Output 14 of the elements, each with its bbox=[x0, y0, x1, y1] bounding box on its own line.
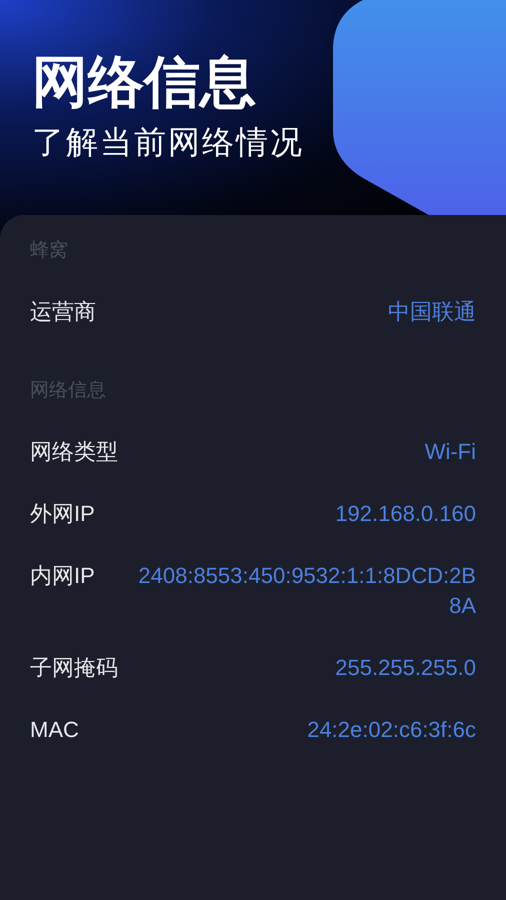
info-label: 内网IP bbox=[30, 562, 95, 590]
info-value: 24:2e:02:c6:3f:6c bbox=[307, 716, 476, 744]
info-label: 运营商 bbox=[30, 298, 96, 326]
info-value: 192.168.0.160 bbox=[335, 500, 476, 528]
info-label: 网络类型 bbox=[30, 438, 118, 466]
page-title: 网络信息 bbox=[32, 50, 256, 114]
info-label: 外网IP bbox=[30, 500, 95, 528]
info-value: 2408:8553:450:9532:1:1:8DCD:2B8A bbox=[137, 562, 476, 620]
info-value: Wi-Fi bbox=[424, 438, 476, 466]
info-value: 中国联通 bbox=[388, 298, 476, 326]
info-value: 255.255.255.0 bbox=[335, 654, 476, 682]
info-label: MAC bbox=[30, 716, 79, 744]
page-subtitle: 了解当前网络情况 bbox=[32, 123, 304, 162]
info-label: 子网掩码 bbox=[30, 654, 118, 682]
